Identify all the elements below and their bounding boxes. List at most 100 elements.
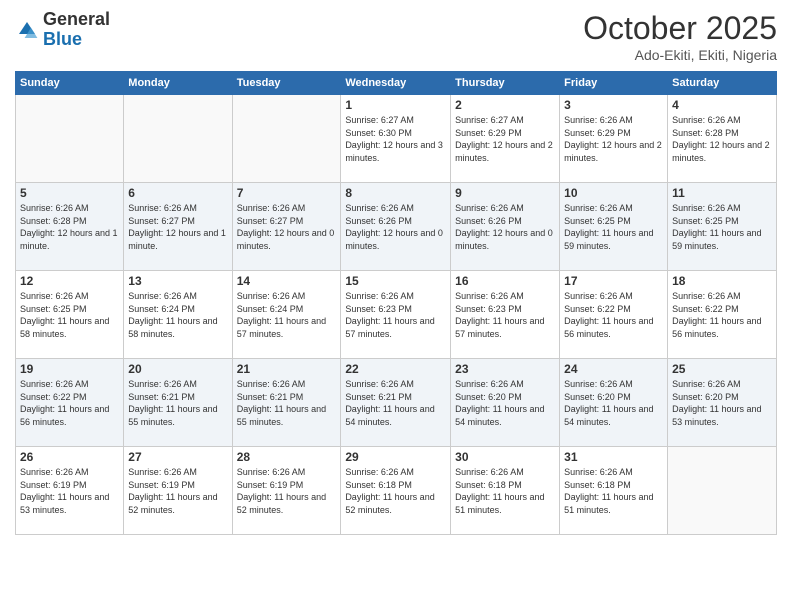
day-info: Sunrise: 6:27 AM Sunset: 6:30 PM Dayligh…	[345, 114, 446, 164]
table-row: 22 Sunrise: 6:26 AM Sunset: 6:21 PM Dayli…	[341, 359, 451, 447]
table-row: 9 Sunrise: 6:26 AM Sunset: 6:26 PM Daylig…	[451, 183, 560, 271]
day-info: Sunrise: 6:26 AM Sunset: 6:18 PM Dayligh…	[564, 466, 663, 516]
day-number: 20	[128, 362, 227, 376]
table-row: 16Sunrise: 6:26 AM Sunset: 6:23 PM Dayli…	[451, 271, 560, 359]
day-number: 21	[237, 362, 337, 376]
col-wednesday: Wednesday	[341, 72, 451, 95]
table-row: 30 Sunrise: 6:26 AM Sunset: 6:18 PM Dayli…	[451, 447, 560, 535]
table-row: 11 Sunrise: 6:26 AM Sunset: 6:25 PM Dayli…	[668, 183, 777, 271]
page: General Blue October 2025 Ado-Ekiti, Eki…	[0, 0, 792, 612]
table-row: 10 Sunrise: 6:26 AM Sunset: 6:25 PM Dayli…	[560, 183, 668, 271]
logo-general-text: General	[43, 9, 110, 29]
header: General Blue October 2025 Ado-Ekiti, Eki…	[15, 10, 777, 63]
table-row: 14Sunrise: 6:26 AM Sunset: 6:24 PM Dayli…	[232, 271, 341, 359]
day-number: 24	[564, 362, 663, 376]
calendar-week-row: 19 Sunrise: 6:26 AM Sunset: 6:22 PM Dayli…	[16, 359, 777, 447]
day-number: 11	[672, 186, 772, 200]
table-row: 13Sunrise: 6:26 AM Sunset: 6:24 PM Dayli…	[124, 271, 232, 359]
day-number: 15	[345, 274, 446, 288]
table-row: 1 Sunrise: 6:27 AM Sunset: 6:30 PM Daylig…	[341, 95, 451, 183]
table-row: 2 Sunrise: 6:27 AM Sunset: 6:29 PM Daylig…	[451, 95, 560, 183]
col-friday: Friday	[560, 72, 668, 95]
day-info: Sunrise: 6:26 AM Sunset: 6:18 PM Dayligh…	[455, 466, 555, 516]
table-row: 25Sunrise: 6:26 AM Sunset: 6:20 PM Dayli…	[668, 359, 777, 447]
day-info: Sunrise: 6:26 AM Sunset: 6:20 PM Dayligh…	[455, 378, 555, 428]
day-number: 2	[455, 98, 555, 112]
day-number: 13	[128, 274, 227, 288]
table-row: 12 Sunrise: 6:26 AM Sunset: 6:25 PM Dayli…	[16, 271, 124, 359]
day-number: 30	[455, 450, 555, 464]
day-info: Sunrise: 6:26 AM Sunset: 6:26 PM Dayligh…	[455, 202, 555, 252]
day-info: Sunrise: 6:26 AM Sunset: 6:28 PM Dayligh…	[20, 202, 119, 252]
table-row: 6 Sunrise: 6:26 AM Sunset: 6:27 PM Daylig…	[124, 183, 232, 271]
title-block: October 2025 Ado-Ekiti, Ekiti, Nigeria	[583, 10, 777, 63]
table-row: 20 Sunrise: 6:26 AM Sunset: 6:21 PM Dayli…	[124, 359, 232, 447]
calendar-week-row: 1 Sunrise: 6:27 AM Sunset: 6:30 PM Daylig…	[16, 95, 777, 183]
day-number: 7	[237, 186, 337, 200]
day-info: Sunrise: 6:26 AM Sunset: 6:25 PM Dayligh…	[564, 202, 663, 252]
day-info: Sunrise: 6:26 AM Sunset: 6:21 PM Dayligh…	[345, 378, 446, 428]
calendar-week-row: 5Sunrise: 6:26 AM Sunset: 6:28 PM Daylig…	[16, 183, 777, 271]
day-info: Sunrise: 6:26 AM Sunset: 6:27 PM Dayligh…	[237, 202, 337, 252]
table-row: 17 Sunrise: 6:26 AM Sunset: 6:22 PM Dayli…	[560, 271, 668, 359]
col-sunday: Sunday	[16, 72, 124, 95]
day-info: Sunrise: 6:26 AM Sunset: 6:25 PM Dayligh…	[20, 290, 119, 340]
day-number: 18	[672, 274, 772, 288]
table-row: 3Sunrise: 6:26 AM Sunset: 6:29 PM Daylig…	[560, 95, 668, 183]
day-number: 22	[345, 362, 446, 376]
day-number: 19	[20, 362, 119, 376]
day-number: 25	[672, 362, 772, 376]
day-info: Sunrise: 6:26 AM Sunset: 6:23 PM Dayligh…	[455, 290, 555, 340]
day-number: 4	[672, 98, 772, 112]
day-number: 12	[20, 274, 119, 288]
month-title: October 2025	[583, 10, 777, 47]
table-row: 23 Sunrise: 6:26 AM Sunset: 6:20 PM Dayli…	[451, 359, 560, 447]
table-row: 21 Sunrise: 6:26 AM Sunset: 6:21 PM Dayli…	[232, 359, 341, 447]
day-number: 10	[564, 186, 663, 200]
day-info: Sunrise: 6:26 AM Sunset: 6:21 PM Dayligh…	[237, 378, 337, 428]
logo: General Blue	[15, 10, 110, 50]
day-number: 17	[564, 274, 663, 288]
table-row	[668, 447, 777, 535]
table-row: 5Sunrise: 6:26 AM Sunset: 6:28 PM Daylig…	[16, 183, 124, 271]
table-row: 18 Sunrise: 6:26 AM Sunset: 6:22 PM Dayli…	[668, 271, 777, 359]
day-info: Sunrise: 6:26 AM Sunset: 6:29 PM Dayligh…	[564, 114, 663, 164]
calendar-week-row: 26 Sunrise: 6:26 AM Sunset: 6:19 PM Dayli…	[16, 447, 777, 535]
calendar-table: Sunday Monday Tuesday Wednesday Thursday…	[15, 71, 777, 535]
day-info: Sunrise: 6:26 AM Sunset: 6:24 PM Dayligh…	[237, 290, 337, 340]
logo-icon	[15, 18, 39, 42]
day-info: Sunrise: 6:26 AM Sunset: 6:27 PM Dayligh…	[128, 202, 227, 252]
col-saturday: Saturday	[668, 72, 777, 95]
day-info: Sunrise: 6:26 AM Sunset: 6:25 PM Dayligh…	[672, 202, 772, 252]
col-tuesday: Tuesday	[232, 72, 341, 95]
day-info: Sunrise: 6:26 AM Sunset: 6:21 PM Dayligh…	[128, 378, 227, 428]
table-row: 24Sunrise: 6:26 AM Sunset: 6:20 PM Dayli…	[560, 359, 668, 447]
day-number: 23	[455, 362, 555, 376]
day-number: 9	[455, 186, 555, 200]
day-info: Sunrise: 6:26 AM Sunset: 6:22 PM Dayligh…	[20, 378, 119, 428]
calendar-header-row: Sunday Monday Tuesday Wednesday Thursday…	[16, 72, 777, 95]
day-number: 1	[345, 98, 446, 112]
location-subtitle: Ado-Ekiti, Ekiti, Nigeria	[583, 47, 777, 63]
day-number: 31	[564, 450, 663, 464]
day-info: Sunrise: 6:26 AM Sunset: 6:19 PM Dayligh…	[237, 466, 337, 516]
day-number: 8	[345, 186, 446, 200]
day-number: 26	[20, 450, 119, 464]
col-monday: Monday	[124, 72, 232, 95]
table-row: 28 Sunrise: 6:26 AM Sunset: 6:19 PM Dayli…	[232, 447, 341, 535]
table-row: 8Sunrise: 6:26 AM Sunset: 6:26 PM Daylig…	[341, 183, 451, 271]
day-info: Sunrise: 6:26 AM Sunset: 6:28 PM Dayligh…	[672, 114, 772, 164]
day-info: Sunrise: 6:26 AM Sunset: 6:22 PM Dayligh…	[564, 290, 663, 340]
calendar-week-row: 12 Sunrise: 6:26 AM Sunset: 6:25 PM Dayli…	[16, 271, 777, 359]
table-row: 4 Sunrise: 6:26 AM Sunset: 6:28 PM Daylig…	[668, 95, 777, 183]
day-info: Sunrise: 6:26 AM Sunset: 6:19 PM Dayligh…	[128, 466, 227, 516]
day-number: 28	[237, 450, 337, 464]
table-row: 7 Sunrise: 6:26 AM Sunset: 6:27 PM Daylig…	[232, 183, 341, 271]
day-number: 6	[128, 186, 227, 200]
col-thursday: Thursday	[451, 72, 560, 95]
day-info: Sunrise: 6:26 AM Sunset: 6:22 PM Dayligh…	[672, 290, 772, 340]
table-row: 19 Sunrise: 6:26 AM Sunset: 6:22 PM Dayli…	[16, 359, 124, 447]
day-number: 29	[345, 450, 446, 464]
day-info: Sunrise: 6:26 AM Sunset: 6:18 PM Dayligh…	[345, 466, 446, 516]
day-info: Sunrise: 6:27 AM Sunset: 6:29 PM Dayligh…	[455, 114, 555, 164]
